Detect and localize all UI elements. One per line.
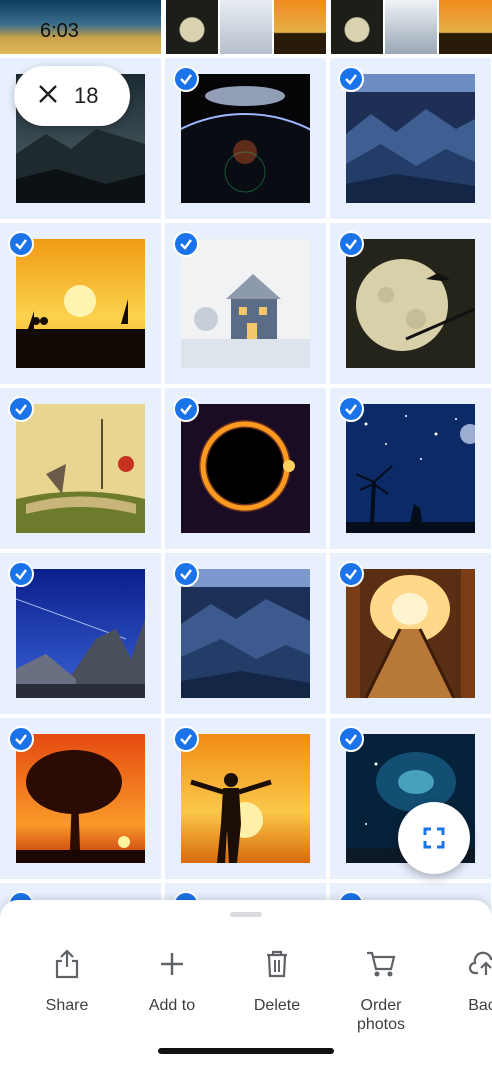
- backup-action[interactable]: Back: [434, 944, 492, 1015]
- blue-mountains-image: [346, 74, 475, 203]
- photo-thumbnail[interactable]: [16, 569, 145, 698]
- share-label: Share: [45, 997, 89, 1014]
- trash-icon: [265, 944, 289, 984]
- top-thumbnail-strip: 6:03: [0, 0, 492, 56]
- photo-cell[interactable]: [330, 553, 491, 714]
- photo-thumbnail[interactable]: [346, 404, 475, 533]
- cloud-upload-icon: [469, 944, 492, 984]
- selected-check-icon[interactable]: [173, 561, 199, 587]
- photo-cell[interactable]: [165, 388, 326, 549]
- photo-thumbnail[interactable]: [346, 569, 475, 698]
- selected-check-icon[interactable]: [338, 396, 364, 422]
- close-selection-icon[interactable]: [38, 84, 58, 109]
- photo-thumbnail[interactable]: [16, 239, 145, 368]
- add-to-label: Add to: [148, 997, 196, 1014]
- photo-thumbnail[interactable]: [181, 239, 310, 368]
- photo-thumbnail[interactable]: [346, 239, 475, 368]
- sheet-drag-handle[interactable]: [230, 912, 262, 917]
- selected-check-icon[interactable]: [173, 66, 199, 92]
- delete-action[interactable]: Delete: [225, 944, 329, 1015]
- golden-bridge-image: [346, 569, 475, 698]
- backup-label: Back: [468, 997, 492, 1014]
- selected-check-icon[interactable]: [173, 726, 199, 752]
- photo-thumbnail[interactable]: [16, 404, 145, 533]
- strip-thumb-house[interactable]: [220, 0, 272, 54]
- cart-icon: [366, 944, 396, 984]
- full-moon-bats-image: [346, 239, 475, 368]
- selected-check-icon[interactable]: [173, 396, 199, 422]
- photos-screen: 6:03 18 Share Add to Delete Order photos…: [0, 0, 492, 1065]
- strip-thumb-moon[interactable]: [166, 0, 218, 54]
- solar-eclipse-image: [181, 404, 310, 533]
- photo-cell[interactable]: [330, 58, 491, 219]
- strip-thumb-sunset[interactable]: [274, 0, 326, 54]
- home-indicator[interactable]: [158, 1048, 334, 1054]
- selected-check-icon[interactable]: [338, 726, 364, 752]
- blue-sky-mountains-image: [16, 569, 145, 698]
- sunset-tree-image: [16, 734, 145, 863]
- share-action[interactable]: Share: [15, 944, 119, 1015]
- starry-night-wolf-image: [346, 404, 475, 533]
- delete-label: Delete: [253, 997, 301, 1014]
- photo-thumbnail[interactable]: [346, 74, 475, 203]
- bottom-action-sheet: Share Add to Delete Order photos Back: [0, 900, 492, 1065]
- selected-check-icon[interactable]: [338, 231, 364, 257]
- photo-cell[interactable]: [165, 718, 326, 879]
- strip-thumb-sunset-2[interactable]: [439, 0, 492, 54]
- photo-cell[interactable]: [330, 388, 491, 549]
- share-icon: [54, 944, 80, 984]
- photo-cell[interactable]: [165, 553, 326, 714]
- photo-thumbnail[interactable]: [181, 74, 310, 203]
- photo-cell[interactable]: [0, 718, 161, 879]
- photo-cell[interactable]: [0, 388, 161, 549]
- misty-blue-mountains-image: [181, 569, 310, 698]
- selected-check-icon[interactable]: [338, 561, 364, 587]
- expand-icon: [423, 827, 445, 849]
- photo-cell[interactable]: [330, 223, 491, 384]
- photo-thumbnail[interactable]: [181, 569, 310, 698]
- add-to-action[interactable]: Add to: [120, 944, 224, 1015]
- expand-view-button[interactable]: [398, 802, 470, 874]
- status-time: 6:03: [40, 20, 79, 42]
- selected-check-icon[interactable]: [8, 561, 34, 587]
- photo-cell[interactable]: [165, 58, 326, 219]
- plus-icon: [159, 944, 185, 984]
- strip-thumb-house-2[interactable]: [385, 0, 437, 54]
- open-book-fantasy-image: [16, 404, 145, 533]
- strip-thumb-beach[interactable]: [0, 0, 161, 54]
- photo-cell[interactable]: [0, 553, 161, 714]
- selected-check-icon[interactable]: [8, 726, 34, 752]
- photo-thumbnail[interactable]: [181, 404, 310, 533]
- selected-check-icon[interactable]: [338, 66, 364, 92]
- order-photos-action[interactable]: Order photos: [329, 944, 433, 1034]
- photo-thumbnail[interactable]: [16, 734, 145, 863]
- snowy-house-image: [181, 239, 310, 368]
- photo-thumbnail[interactable]: [181, 734, 310, 863]
- planet-horizon-image: [181, 74, 310, 203]
- photo-cell[interactable]: [165, 223, 326, 384]
- selected-count: 18: [74, 83, 99, 108]
- man-at-sunset-image: [181, 734, 310, 863]
- selected-check-icon[interactable]: [173, 231, 199, 257]
- selection-count-pill: 18: [14, 66, 130, 126]
- strip-thumb-moon-2[interactable]: [331, 0, 383, 54]
- sunset-sailboats-image: [16, 239, 145, 368]
- selected-check-icon[interactable]: [8, 396, 34, 422]
- order-photos-label: Order photos: [356, 997, 406, 1033]
- photo-cell[interactable]: [0, 223, 161, 384]
- selected-check-icon[interactable]: [8, 231, 34, 257]
